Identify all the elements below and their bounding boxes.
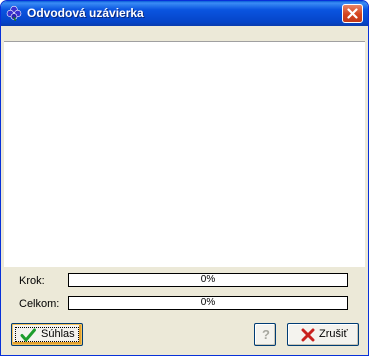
step-progress-text: 0%: [200, 274, 216, 285]
ok-button[interactable]: Súhlas: [11, 323, 83, 346]
ok-button-label: Súhlas: [41, 328, 75, 340]
cancel-button-label: Zrušiť: [319, 328, 348, 340]
x-icon: [301, 328, 315, 342]
clover-icon: [6, 5, 22, 22]
total-label: Celkom:: [19, 298, 60, 310]
question-icon: ?: [262, 327, 270, 342]
dialog-body: Krok: 0% Celkom: 0% Súhlas ? Zrušiť: [4, 26, 365, 352]
total-progress-text: 0%: [200, 297, 216, 308]
step-label: Krok:: [19, 275, 45, 287]
close-icon: [347, 8, 358, 19]
check-icon: [20, 328, 36, 342]
cancel-button[interactable]: Zrušiť: [287, 323, 359, 346]
dialog-window: Odvodová uzávierka Krok: 0% Celkom: 0% S…: [0, 0, 369, 356]
help-button[interactable]: ?: [254, 323, 276, 346]
window-title: Odvodová uzávierka: [27, 6, 144, 20]
close-button[interactable]: [342, 4, 363, 23]
log-panel[interactable]: [4, 41, 365, 267]
title-bar[interactable]: Odvodová uzávierka: [1, 1, 368, 26]
total-progress-bar: 0%: [68, 296, 348, 310]
step-progress-bar: 0%: [68, 273, 348, 287]
